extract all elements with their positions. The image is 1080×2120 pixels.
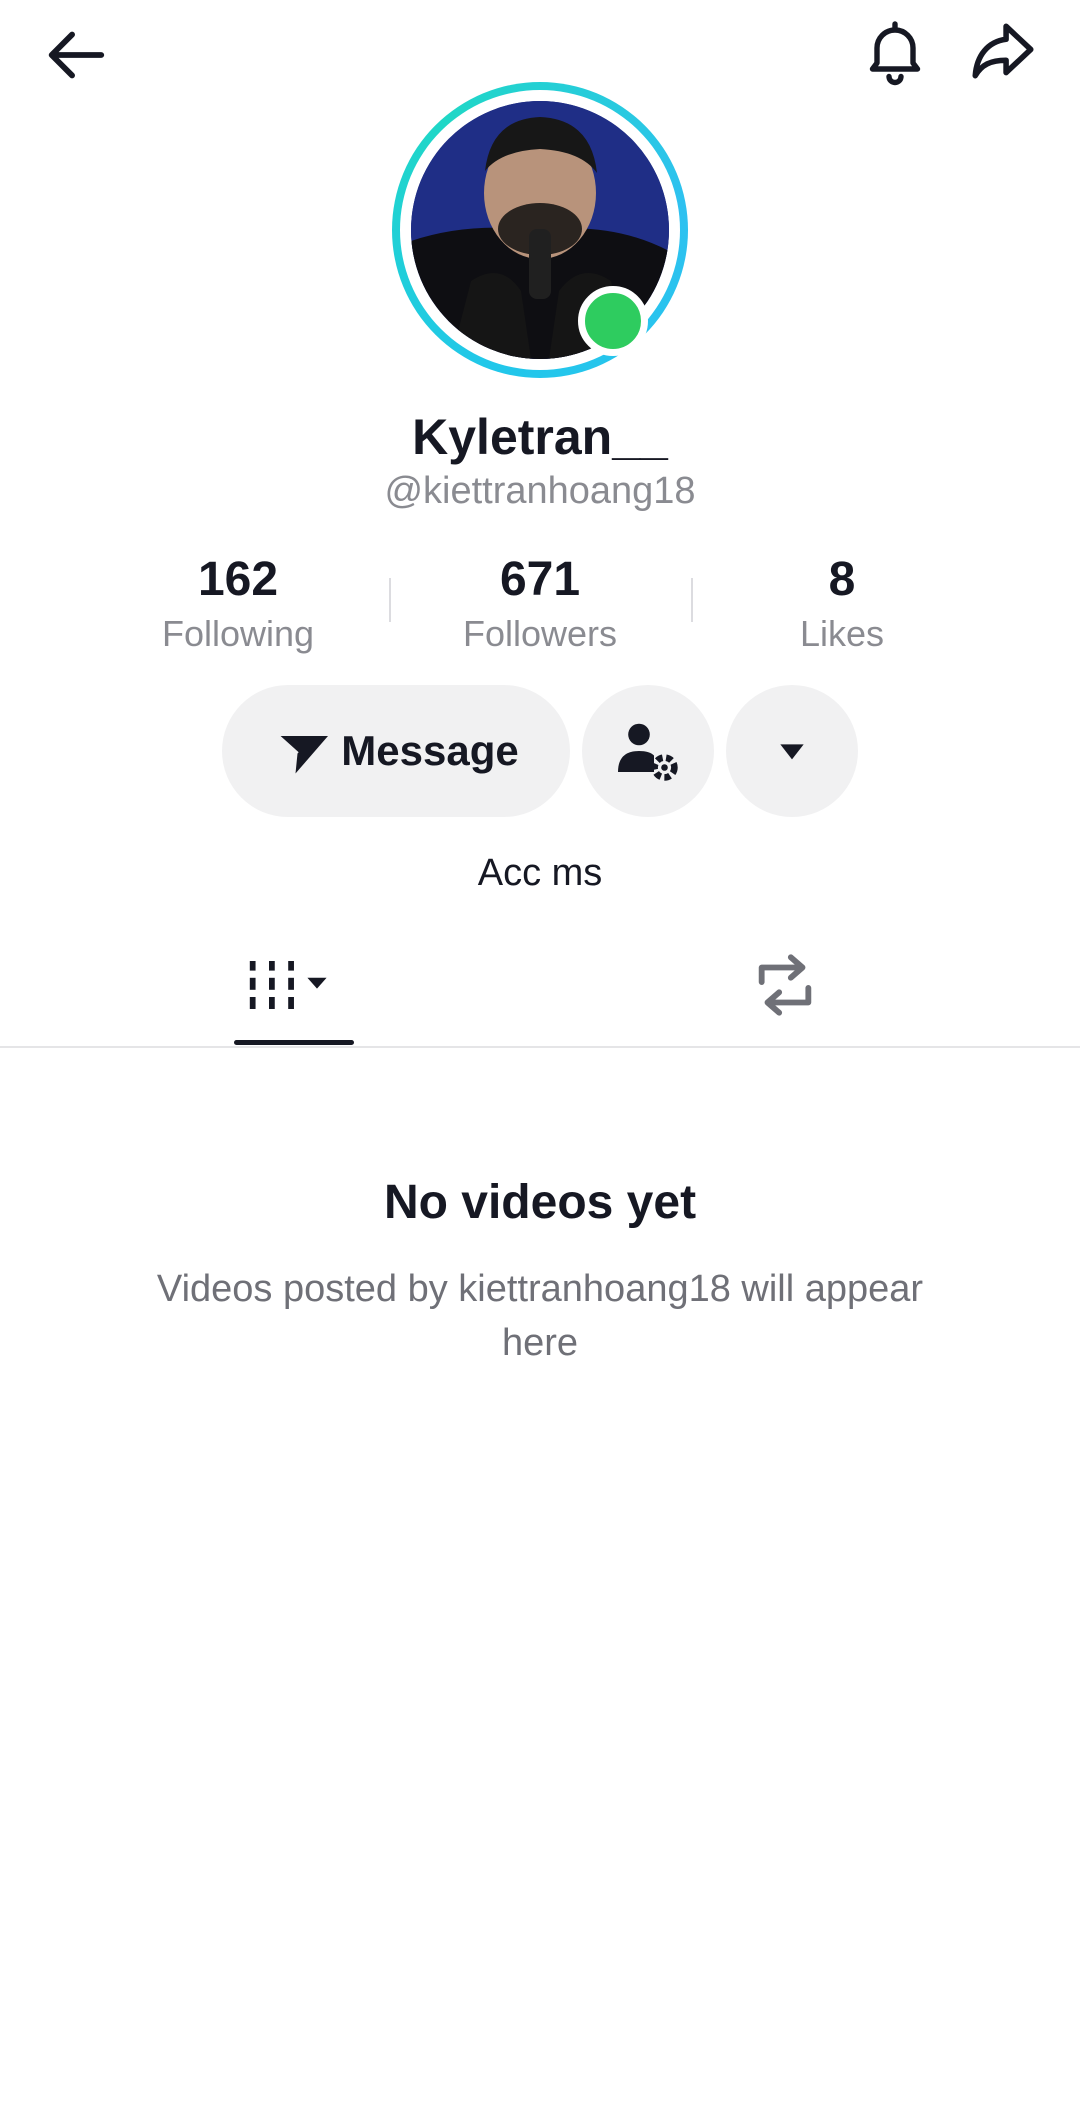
followers-label: Followers [462,613,618,654]
share-arrow-icon [971,23,1034,79]
share-button[interactable] [955,6,1050,96]
bell-icon [869,21,921,86]
repost-icon [758,954,812,1016]
username-handle: @kiettranhoang18 [384,470,696,512]
caret-down-icon [780,744,804,760]
tab-reposts[interactable] [730,930,840,1040]
display-name: Kyletran__ [412,409,668,465]
back-button[interactable] [30,10,120,100]
following-label: Following [161,613,315,654]
message-button[interactable]: Message [222,685,570,817]
tabs-divider [0,1046,1080,1048]
arrow-left-icon [48,31,105,79]
empty-state-title: No videos yet [383,1176,697,1229]
notifications-button[interactable] [850,6,940,96]
friend-settings-button[interactable] [582,685,714,817]
active-tab-indicator [234,1040,354,1045]
followers-count: 671 [499,553,581,606]
likes-label: Likes [799,613,885,654]
grid-icon [249,961,327,1009]
user-gear-icon [618,723,678,781]
likes-count: 8 [828,553,856,606]
stat-divider [691,578,693,622]
likes-stat[interactable]: 8 Likes [722,552,962,655]
following-stat[interactable]: 162 Following [118,552,358,655]
empty-state-subtitle: Videos posted by kiettranhoang18 will ap… [156,1268,924,1364]
message-button-label: Message [341,727,519,774]
send-plane-icon [277,734,329,774]
online-status-dot [578,286,648,356]
followers-stat[interactable]: 671 Followers [420,552,660,655]
following-count: 162 [197,553,279,606]
more-options-button[interactable] [726,685,858,817]
profile-bio: Acc ms [477,852,603,894]
profile-page: Kyletran__ @kiettranhoang18 162 Followin… [0,0,1080,2120]
tab-videos[interactable] [232,930,354,1040]
stat-divider [389,578,391,622]
